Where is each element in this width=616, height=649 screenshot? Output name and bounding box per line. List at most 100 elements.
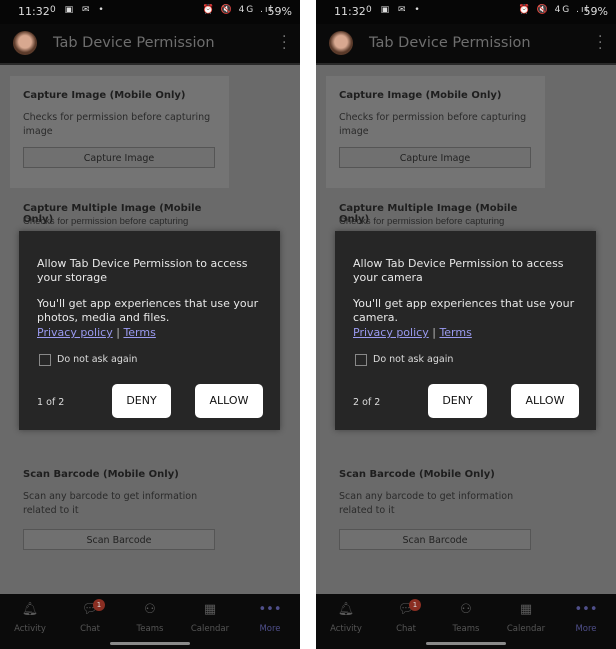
- home-indicator[interactable]: [110, 642, 190, 645]
- phone-screen: 11:32 0 ▣ ✉ • ⏰ 🔇 4G .ıl 59% Tab Device …: [316, 0, 616, 649]
- card-description: Checks for permission before capturing: [23, 216, 189, 227]
- bottom-tab-bar: 🔔︎ Activity 💬︎ 1 Chat ⚇ Teams ▦ Calendar ••• M…: [316, 594, 616, 649]
- calendar-icon: ▦: [519, 602, 533, 617]
- checkbox-label[interactable]: Do not ask again: [373, 354, 453, 365]
- capture-multiple-image-card: Capture Multiple Image (Mobile Only) Che…: [326, 195, 545, 231]
- link-separator: |: [432, 326, 436, 339]
- tab-chat[interactable]: 💬︎ 1 Chat: [376, 599, 436, 634]
- avatar[interactable]: [329, 31, 353, 55]
- tab-more[interactable]: ••• More: [240, 602, 300, 634]
- do-not-ask-checkbox[interactable]: [39, 354, 51, 366]
- teams-icon: ⚇: [144, 602, 156, 617]
- tab-label: Calendar: [190, 624, 230, 634]
- scan-barcode-button[interactable]: Scan Barcode: [339, 529, 531, 550]
- capture-image-card: Capture Image (Mobile Only) Checks for p…: [326, 76, 545, 188]
- terms-link[interactable]: Terms: [123, 326, 155, 339]
- bell-icon: 🔔︎: [21, 602, 39, 617]
- capture-image-card: Capture Image (Mobile Only) Checks for p…: [10, 76, 229, 188]
- card-description: Checks for permission before capturing i…: [339, 112, 527, 137]
- capture-multiple-image-card: Capture Multiple Image (Mobile Only) Che…: [10, 195, 229, 231]
- calendar-icon: ▦: [203, 602, 217, 617]
- card-description: Scan any barcode to get information rela…: [23, 491, 198, 516]
- scan-barcode-button[interactable]: Scan Barcode: [23, 529, 215, 550]
- card-title: Capture Image (Mobile Only): [339, 90, 502, 101]
- phone-screen: 11:32 0 ▣ ✉ • ⏰ 🔇 4G .ıl 59% Tab Device …: [0, 0, 300, 649]
- home-indicator[interactable]: [426, 642, 506, 645]
- tab-label: Chat: [396, 624, 416, 634]
- terms-link[interactable]: Terms: [439, 326, 471, 339]
- card-title: Scan Barcode (Mobile Only): [339, 469, 495, 480]
- dialog-title: Allow Tab Device Permission to access yo…: [353, 257, 564, 284]
- dialog-counter: 1 of 2: [37, 397, 65, 408]
- notification-icons: 0 ▣ ✉ •: [366, 5, 423, 15]
- battery-level: 59%: [583, 5, 608, 18]
- card-description: Scan any barcode to get information rela…: [339, 491, 514, 516]
- tab-label: Calendar: [506, 624, 546, 634]
- tab-teams[interactable]: ⚇ Teams: [120, 602, 180, 634]
- tab-label: Activity: [330, 624, 362, 634]
- more-options-icon[interactable]: · · ·: [282, 30, 286, 56]
- battery-level: 59%: [267, 5, 292, 18]
- bottom-tab-bar: 🔔︎ Activity 💬︎ 1 Chat ⚇ Teams ▦ Calendar ••• M…: [0, 594, 300, 649]
- tab-label: Teams: [136, 624, 164, 634]
- page-title: Tab Device Permission: [53, 35, 215, 51]
- capture-image-button[interactable]: Capture Image: [339, 147, 531, 168]
- status-time: 11:32: [18, 5, 50, 18]
- deny-button[interactable]: DENY: [112, 384, 171, 418]
- dialog-body: You'll get app experiences that use your…: [353, 297, 575, 324]
- status-bar: 11:32 0 ▣ ✉ • ⏰ 🔇 4G .ıl 59%: [0, 0, 300, 24]
- card-title: Scan Barcode (Mobile Only): [23, 469, 179, 480]
- permission-dialog: Allow Tab Device Permission to access yo…: [19, 231, 280, 430]
- permission-dialog: Allow Tab Device Permission to access yo…: [335, 231, 596, 430]
- bell-icon: 🔔︎: [337, 602, 355, 617]
- tab-calendar[interactable]: ▦ Calendar: [496, 602, 556, 634]
- card-description: Checks for permission before capturing i…: [23, 112, 211, 137]
- tab-more[interactable]: ••• More: [556, 602, 616, 634]
- status-time: 11:32: [334, 5, 366, 18]
- tab-teams[interactable]: ⚇ Teams: [436, 602, 496, 634]
- dialog-body: You'll get app experiences that use your…: [37, 297, 259, 324]
- privacy-policy-link[interactable]: Privacy policy: [353, 326, 429, 339]
- system-icons: ⏰ 🔇 4G .ıl: [518, 5, 590, 15]
- system-icons: ⏰ 🔇 4G .ıl: [202, 5, 274, 15]
- avatar[interactable]: [13, 31, 37, 55]
- app-bar: Tab Device Permission · · ·: [0, 24, 300, 65]
- tab-label: More: [259, 624, 281, 634]
- privacy-policy-link[interactable]: Privacy policy: [37, 326, 113, 339]
- teams-icon: ⚇: [460, 602, 472, 617]
- dialog-links: Privacy policy | Terms: [353, 326, 472, 339]
- notification-icons: 0 ▣ ✉ •: [50, 5, 107, 15]
- status-bar: 11:32 0 ▣ ✉ • ⏰ 🔇 4G .ıl 59%: [316, 0, 616, 24]
- scan-barcode-card: Scan Barcode (Mobile Only) Scan any barc…: [10, 455, 229, 555]
- tab-label: Activity: [14, 624, 46, 634]
- tab-chat[interactable]: 💬︎ 1 Chat: [60, 599, 120, 634]
- page-title: Tab Device Permission: [369, 35, 531, 51]
- dialog-title: Allow Tab Device Permission to access yo…: [37, 257, 248, 284]
- card-title: Capture Image (Mobile Only): [23, 90, 186, 101]
- allow-button[interactable]: ALLOW: [511, 384, 579, 418]
- scan-barcode-card: Scan Barcode (Mobile Only) Scan any barc…: [326, 455, 545, 555]
- link-separator: |: [116, 326, 120, 339]
- tab-label: Chat: [80, 624, 100, 634]
- allow-button[interactable]: ALLOW: [195, 384, 263, 418]
- more-options-icon[interactable]: · · ·: [598, 30, 602, 56]
- unread-badge: 1: [409, 599, 421, 611]
- app-bar: Tab Device Permission · · ·: [316, 24, 616, 65]
- tab-calendar[interactable]: ▦ Calendar: [180, 602, 240, 634]
- checkbox-label[interactable]: Do not ask again: [57, 354, 137, 365]
- deny-button[interactable]: DENY: [428, 384, 487, 418]
- chat-icon: 💬︎: [81, 602, 99, 617]
- tab-label: Teams: [452, 624, 480, 634]
- unread-badge: 1: [93, 599, 105, 611]
- tab-activity[interactable]: 🔔︎ Activity: [316, 602, 376, 634]
- chat-icon: 💬︎: [397, 602, 415, 617]
- tab-activity[interactable]: 🔔︎ Activity: [0, 602, 60, 634]
- capture-image-button[interactable]: Capture Image: [23, 147, 215, 168]
- dialog-counter: 2 of 2: [353, 397, 381, 408]
- dialog-links: Privacy policy | Terms: [37, 326, 156, 339]
- more-icon: •••: [574, 602, 598, 617]
- tab-label: More: [575, 624, 597, 634]
- do-not-ask-checkbox[interactable]: [355, 354, 367, 366]
- more-icon: •••: [258, 602, 282, 617]
- card-description: Checks for permission before capturing: [339, 216, 505, 227]
